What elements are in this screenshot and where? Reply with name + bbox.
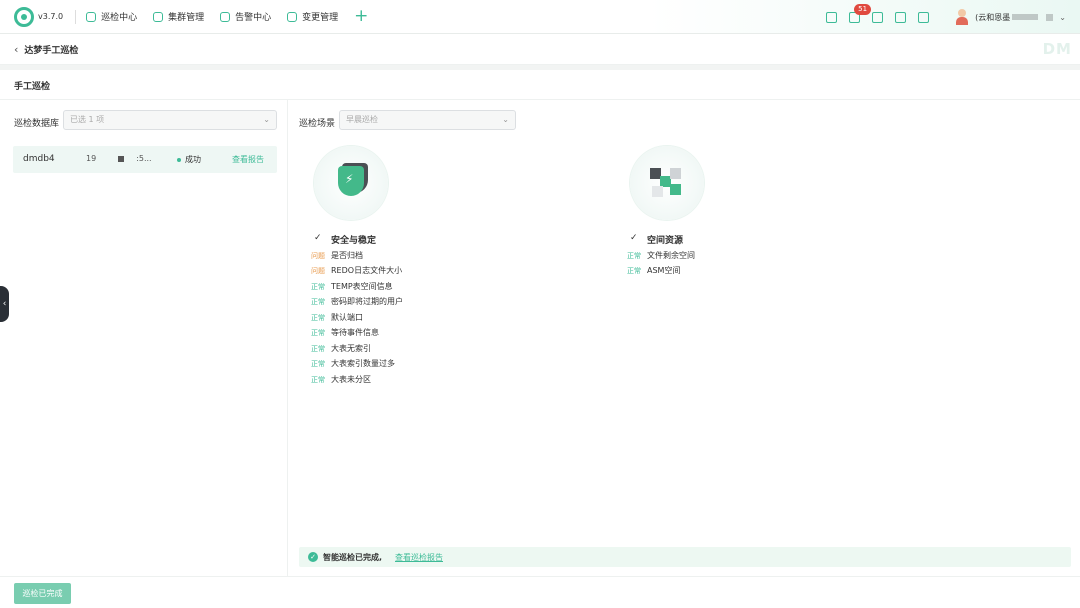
chevron-down-icon: ⌄: [263, 115, 270, 124]
inspection-complete-button[interactable]: 巡检已完成: [14, 583, 71, 604]
list-item: 正常 大表索引数量过多: [311, 359, 395, 368]
check-icon: ✓: [630, 233, 638, 243]
change-icon: [287, 11, 298, 22]
scene-select[interactable]: 早晨巡检 ⌄: [339, 110, 516, 130]
app-version: v3.7.0: [38, 12, 64, 21]
status-dot-icon: [177, 157, 181, 162]
user-name[interactable]: (云和恩墨: [975, 12, 1054, 23]
view-inspection-report-link[interactable]: 查看巡检报告: [395, 552, 443, 563]
cluster-icon: [153, 11, 164, 22]
list-item: 正常 TEMP表空间信息: [311, 282, 393, 291]
list-item: 正常 大表无索引: [311, 344, 371, 353]
calendar-icon[interactable]: [872, 11, 884, 23]
completion-banner: ✓ 智能巡检已完成, 查看巡检报告: [299, 547, 1071, 567]
notification-badge: 51: [854, 3, 872, 15]
status-badge: 成功: [177, 154, 201, 165]
chevron-down-icon: ⌄: [502, 115, 509, 124]
gear-icon[interactable]: [918, 11, 930, 23]
section-header: 手工巡检: [0, 70, 1080, 100]
db-name: dmdb4: [23, 154, 55, 164]
chevron-down-icon[interactable]: ⌄: [1059, 13, 1066, 22]
nav-change-management[interactable]: 变更管理: [287, 10, 338, 23]
db-select-label: 巡检数据库: [14, 119, 60, 129]
dm-watermark: DM: [1042, 40, 1072, 58]
list-item: 正常 ASM空间: [627, 266, 681, 275]
add-tab-plus-icon[interactable]: +: [354, 8, 368, 25]
db-select[interactable]: 已选 1 项 ⌄: [63, 110, 277, 130]
list-item: 正常 大表未分区: [311, 375, 371, 384]
group-title: 空间资源: [647, 236, 684, 246]
list-item: 正常 密码即将过期的用户: [311, 297, 403, 306]
section-title: 手工巡检: [14, 82, 51, 92]
security-stability-icon: [314, 146, 388, 220]
redacted-mask: [1012, 14, 1039, 20]
check-icon: ✓: [314, 233, 322, 243]
nav-cluster-management[interactable]: 集群管理: [153, 10, 204, 23]
completion-text: 智能巡检已完成,: [323, 553, 383, 562]
redacted-mask: [118, 155, 125, 162]
list-item: 正常 文件剩余空间: [627, 251, 695, 260]
nav-label: 集群管理: [168, 13, 205, 23]
cube-icon: [670, 184, 681, 195]
scene-select-label: 巡检场景: [299, 119, 336, 129]
app-logo-icon[interactable]: [14, 6, 34, 27]
footer: 巡检已完成: [0, 576, 1080, 608]
list-item: 问题 REDO日志文件大小: [311, 266, 403, 275]
cube-icon: [652, 186, 663, 197]
nav-alert-center[interactable]: 告警中心: [220, 10, 271, 23]
page-title: 达梦手工巡检: [24, 46, 79, 56]
table-row[interactable]: dmdb4 19:5... 成功 查看报告: [13, 146, 277, 173]
bell-icon[interactable]: 51: [849, 3, 872, 23]
list-item: 问题 是否归档: [311, 251, 363, 260]
top-nav: v3.7.0 巡检中心 集群管理 告警中心 变更管理 + 51 (云和恩墨 ⌄: [0, 0, 1080, 34]
nav-label: 变更管理: [302, 13, 339, 23]
space-resource-icon: [630, 146, 704, 220]
database-panel: 巡检数据库 已选 1 项 ⌄ dmdb4 19:5... 成功 查看报告: [0, 100, 288, 576]
monitor-icon[interactable]: [895, 11, 907, 23]
nav-label: 巡检中心: [101, 13, 138, 23]
list-item: 正常 默认端口: [311, 313, 363, 322]
nav-label: 告警中心: [235, 13, 272, 23]
db-ip: 19:5...: [86, 154, 152, 163]
group-title: 安全与稳定: [331, 236, 377, 246]
list-item: 正常 等待事件信息: [311, 328, 379, 337]
back-arrow-icon[interactable]: ‹: [14, 43, 18, 56]
toolbar-right: 51 (云和恩墨 ⌄: [826, 0, 1080, 34]
breadcrumb: ‹ 达梦手工巡检 DM: [0, 35, 1080, 65]
view-report-link[interactable]: 查看报告: [232, 154, 264, 165]
document-icon[interactable]: [826, 11, 838, 23]
redacted-mask: [1046, 13, 1054, 21]
nav-divider: [75, 9, 77, 24]
nav-inspection-center[interactable]: 巡检中心: [86, 10, 137, 23]
shield-icon: [338, 166, 364, 196]
alert-icon: [220, 11, 231, 22]
cube-icon: [670, 168, 681, 179]
check-circle-icon: ✓: [308, 552, 318, 562]
avatar[interactable]: [955, 9, 969, 25]
hexagon-icon: [86, 11, 97, 22]
collapse-panel-handle[interactable]: ‹: [0, 286, 9, 322]
